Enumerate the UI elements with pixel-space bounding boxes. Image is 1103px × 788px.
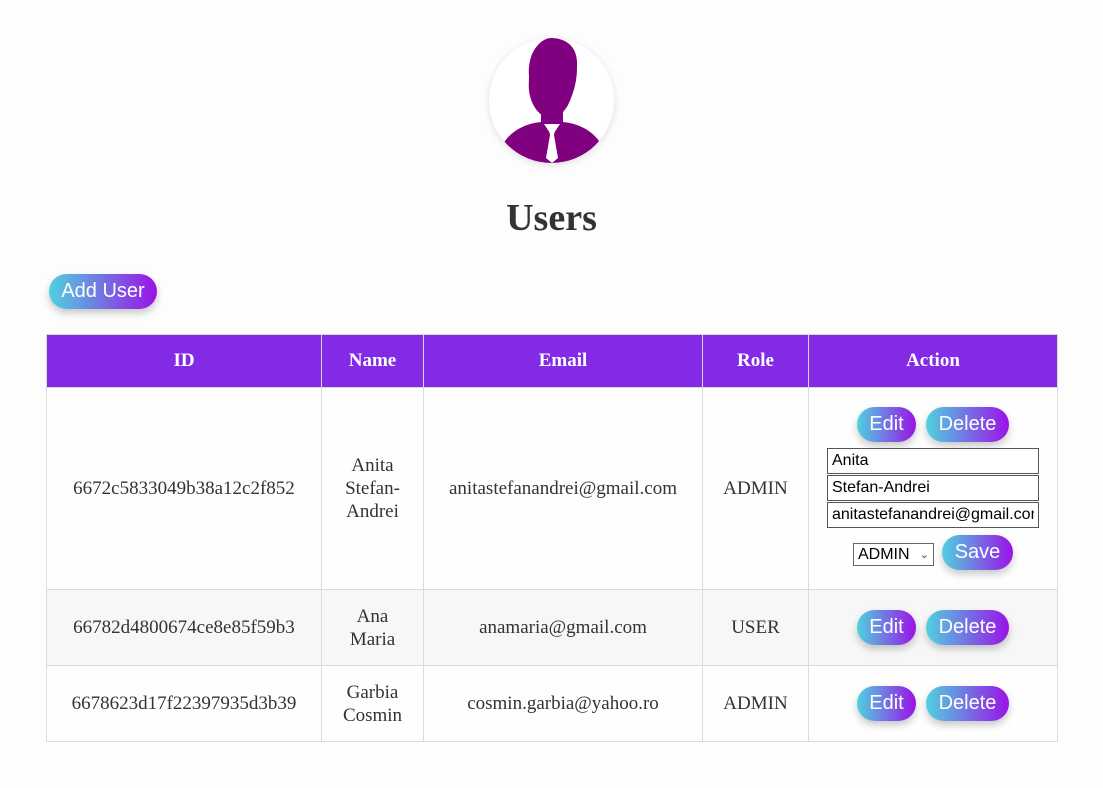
last-name-field[interactable] (827, 475, 1039, 501)
edit-button[interactable]: Edit (857, 686, 916, 721)
table-header-row: ID Name Email Role Action (46, 334, 1058, 388)
edit-button[interactable]: Edit (857, 407, 916, 442)
action-group: Edit Delete ADMIN ⌄ (813, 407, 1053, 570)
cell-action: Edit Delete (808, 589, 1058, 666)
action-buttons: Edit Delete (857, 407, 1009, 442)
action-buttons: Edit Delete (813, 610, 1053, 645)
name-line: Stefan- (345, 478, 400, 499)
cell-name: Garbia Cosmin (321, 665, 424, 742)
name-line: Ana (356, 605, 389, 627)
cell-name: Anita Stefan- Andrei (321, 387, 424, 590)
cell-action: Edit Delete ADMIN ⌄ (808, 387, 1058, 590)
column-header-id: ID (46, 334, 322, 388)
cell-email: cosmin.garbia@yahoo.ro (423, 665, 703, 742)
name-line: Garbia (346, 681, 399, 703)
cell-action: Edit Delete (808, 665, 1058, 742)
page-title: Users (506, 197, 597, 239)
edit-user-form: ADMIN ⌄ Save (827, 448, 1039, 570)
cell-role: USER (702, 589, 809, 666)
users-page: Users Add User ID Name Email Role Action… (0, 0, 1103, 788)
role-select[interactable]: ADMIN ⌄ (853, 543, 934, 566)
column-header-action: Action (808, 334, 1058, 388)
avatar (489, 38, 614, 163)
delete-button[interactable]: Delete (926, 610, 1009, 645)
column-header-name: Name (321, 334, 424, 388)
name-line: Anita (351, 455, 394, 476)
cell-role: ADMIN (702, 387, 809, 590)
cell-email: anamaria@gmail.com (423, 589, 703, 666)
chevron-down-icon: ⌄ (919, 549, 929, 561)
column-header-role: Role (702, 334, 809, 388)
name-line: Maria (349, 628, 396, 650)
edit-button[interactable]: Edit (857, 610, 916, 645)
cell-role: ADMIN (702, 665, 809, 742)
name-line: Andrei (346, 501, 399, 522)
save-row: ADMIN ⌄ Save (853, 535, 1013, 570)
save-button[interactable]: Save (942, 535, 1013, 570)
cell-id: 6672c5833049b38a12c2f852 (46, 387, 322, 590)
delete-button[interactable]: Delete (926, 686, 1009, 721)
table-row: 6678623d17f22397935d3b39 Garbia Cosmin c… (46, 665, 1058, 742)
cell-email: anitastefanandrei@gmail.com (423, 387, 703, 590)
table-row: 66782d4800674ce8e85f59b3 Ana Maria anama… (46, 589, 1058, 666)
role-select-value: ADMIN (858, 545, 910, 563)
name-line: Cosmin (342, 704, 403, 726)
table-row: 6672c5833049b38a12c2f852 Anita Stefan- A… (46, 387, 1058, 590)
cell-name: Ana Maria (321, 589, 424, 666)
users-table: ID Name Email Role Action 6672c5833049b3… (46, 334, 1058, 742)
delete-button[interactable]: Delete (926, 407, 1009, 442)
cell-id: 6678623d17f22397935d3b39 (46, 665, 322, 742)
column-header-email: Email (423, 334, 703, 388)
cell-id: 66782d4800674ce8e85f59b3 (46, 589, 322, 666)
email-field[interactable] (827, 502, 1039, 528)
first-name-field[interactable] (827, 448, 1039, 474)
add-user-button[interactable]: Add User (49, 274, 157, 309)
user-avatar-icon (497, 38, 607, 163)
action-buttons: Edit Delete (813, 686, 1053, 721)
